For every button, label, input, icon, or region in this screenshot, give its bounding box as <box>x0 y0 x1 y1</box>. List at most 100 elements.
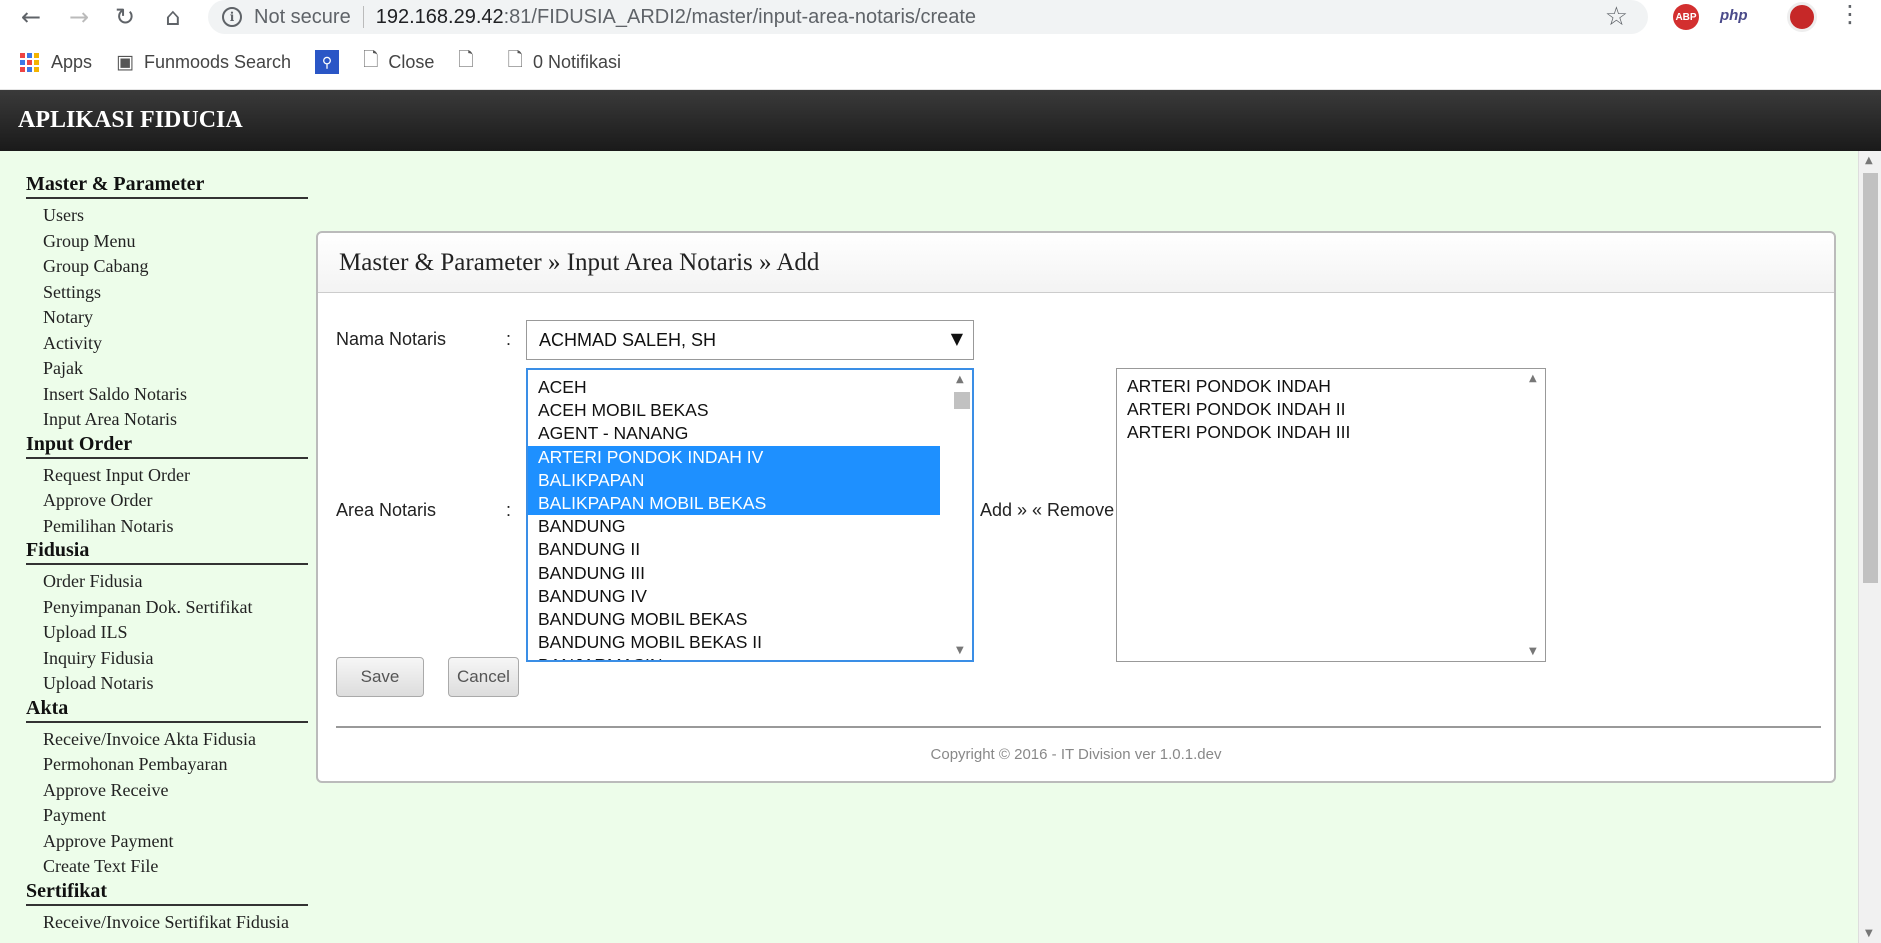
sidebar-item[interactable]: Request Input Order <box>26 463 308 489</box>
bookmark-funmoods[interactable]: ▣ Funmoods Search <box>116 51 291 73</box>
sidebar-item[interactable]: Approve Payment <box>26 829 308 855</box>
area-notaris-label: Area Notaris <box>336 500 437 520</box>
forward-arrow-icon[interactable]: → <box>62 0 96 34</box>
area-colon: : <box>506 500 512 520</box>
sidebar-item[interactable]: Approve Order <box>26 488 308 514</box>
menu-dots-icon[interactable]: ⋮ <box>1838 0 1862 28</box>
sidebar-item[interactable]: Permohonan Pembayaran <box>26 752 308 778</box>
info-icon[interactable]: i <box>222 7 242 27</box>
scroll-up-icon[interactable]: ▲ <box>956 374 964 385</box>
breadcrumb: Master & Parameter » Input Area Notaris … <box>318 233 1834 293</box>
bookmark-blank[interactable]: 🗋 <box>458 46 483 78</box>
dropdown-arrow-icon: ▼ <box>950 329 963 348</box>
add-remove-buttons[interactable]: Add » « Remove <box>980 500 1114 521</box>
sidebar-item[interactable]: Penyimpanan Dok. Sertifikat <box>26 595 308 621</box>
sidebar-item[interactable]: Input Area Notaris <box>26 407 308 433</box>
scroll-up-icon[interactable]: ▲ <box>1865 155 1873 166</box>
assigned-areas-options: ARTERI PONDOK INDAH ARTERI PONDOK INDAH I… <box>1117 369 1545 445</box>
area-option[interactable]: BALIKPAPAN <box>528 468 940 493</box>
sidebar-item[interactable]: Upload ILS <box>26 620 308 646</box>
sidebar-item[interactable]: Receive/Invoice Sertifikat Fidusia <box>26 910 308 936</box>
bookmarks-bar: Apps ▣ Funmoods Search ⚲ 🗋 Close 🗋 🗋 0 N… <box>0 34 1881 90</box>
save-button[interactable]: Save <box>336 657 424 697</box>
sidebar-item[interactable]: Receive/Invoice Akta Fidusia <box>26 727 308 753</box>
sidebar-item[interactable]: Users <box>26 203 308 229</box>
page-scroll-thumb[interactable] <box>1863 173 1878 583</box>
nama-notaris-select[interactable]: ACHMAD SALEH, SH ▼ <box>526 320 974 360</box>
search-bookmark-icon[interactable]: ⚲ <box>315 50 340 74</box>
area-option[interactable]: BANDUNG III <box>528 562 972 585</box>
sidebar-item[interactable]: Pemilihan Notaris <box>26 514 308 540</box>
apps-grid-icon <box>20 52 39 72</box>
nama-notaris-value: ACHMAD SALEH, SH <box>539 329 717 350</box>
browser-chrome: ← → ↻ ⌂ i Not secure 192.168.29.42:81/FI… <box>0 0 1881 90</box>
area-option[interactable]: ACEH <box>528 376 972 399</box>
adblock-extension-icon[interactable]: ABP <box>1673 4 1699 30</box>
home-icon[interactable]: ⌂ <box>156 0 190 34</box>
sidebar-item[interactable]: Settings <box>26 280 308 306</box>
profile-avatar[interactable] <box>1787 2 1817 32</box>
assigned-area-option[interactable]: ARTERI PONDOK INDAH II <box>1117 398 1545 421</box>
nama-notaris-label: Nama Notaris <box>336 329 447 349</box>
scroll-up-icon[interactable]: ▲ <box>1529 373 1537 384</box>
area-option[interactable]: BALIKPAPAN MOBIL BEKAS <box>528 492 940 516</box>
sidebar-item[interactable]: Activity <box>26 331 308 357</box>
sidebar-item[interactable]: Group Cabang <box>26 254 308 280</box>
available-areas-options: ACEH ACEH MOBIL BEKAS AGENT - NANANG ARTERI… <box>528 370 972 660</box>
sidebar-item[interactable]: Inquiry Fidusia <box>26 646 308 672</box>
sidebar-menu: Master & Parameter Users Group Menu Group C… <box>26 173 308 935</box>
page-scrollbar[interactable]: ▲ ▼ <box>1858 151 1881 943</box>
page-icon: 🗋 <box>363 49 379 71</box>
sidebar-item[interactable]: Order Fidusia <box>26 569 308 595</box>
sidebar-item[interactable]: Approve Receive <box>26 778 308 804</box>
list-scrollbar[interactable]: ▲ ▼ <box>950 370 972 660</box>
assigned-area-option[interactable]: ARTERI PONDOK INDAH <box>1117 375 1545 398</box>
list-scrollbar[interactable]: ▲ ▼ <box>1523 369 1545 661</box>
sidebar-item[interactable]: Notary <box>26 305 308 331</box>
sidebar-item[interactable]: Payment <box>26 803 308 829</box>
address-bar[interactable]: i Not secure 192.168.29.42:81/FIDUSIA_AR… <box>208 0 1648 34</box>
area-option[interactable]: ACEH MOBIL BEKAS <box>528 399 972 422</box>
scroll-thumb[interactable] <box>954 392 970 409</box>
sidebar-section-title: Fidusia <box>26 539 308 565</box>
php-extension-icon[interactable]: php <box>1720 7 1748 24</box>
scroll-down-icon[interactable]: ▼ <box>956 645 964 656</box>
main-panel: Master & Parameter » Input Area Notaris … <box>316 231 1836 783</box>
sidebar-item[interactable]: Insert Saldo Notaris <box>26 382 308 408</box>
app-header: APLIKASI FIDUCIA <box>0 90 1881 151</box>
sidebar-item[interactable]: Create Text File <box>26 854 308 880</box>
area-option[interactable]: AGENT - NANANG <box>528 422 972 445</box>
sidebar-item[interactable]: Upload Notaris <box>26 671 308 697</box>
area-option[interactable]: BANDUNG MOBIL BEKAS <box>528 608 972 631</box>
area-option[interactable]: BANDUNG <box>528 515 972 538</box>
page-body: Master & Parameter Users Group Menu Group C… <box>0 151 1881 943</box>
reload-icon[interactable]: ↻ <box>108 0 142 34</box>
add-remove-label[interactable]: Add » « Remove <box>980 500 1114 520</box>
bookmark-notif-label: 0 Notifikasi <box>532 51 621 72</box>
sidebar-item[interactable]: Pajak <box>26 356 308 382</box>
star-icon[interactable]: ☆ <box>1605 2 1628 32</box>
url-text: 192.168.29.42:81/FIDUSIA_ARDI2/master/in… <box>376 6 976 29</box>
page-icon: 🗋 <box>507 49 523 71</box>
available-areas-list[interactable]: ACEH ACEH MOBIL BEKAS AGENT - NANANG ARTERI… <box>526 368 974 662</box>
sidebar-item[interactable]: Group Menu <box>26 229 308 255</box>
image-icon: ▣ <box>116 51 134 73</box>
bookmark-close-label: Close <box>388 51 435 72</box>
area-option[interactable]: ARTERI PONDOK INDAH IV <box>528 445 940 469</box>
bookmark-apps-label: Apps <box>51 51 93 72</box>
scroll-down-icon[interactable]: ▼ <box>1529 646 1537 657</box>
cancel-button[interactable]: Cancel <box>448 657 519 697</box>
copyright-text: Copyright © 2016 - IT Division ver 1.0.1… <box>930 746 1222 763</box>
bookmark-apps[interactable]: Apps <box>20 52 92 73</box>
area-option[interactable]: BANDUNG MOBIL BEKAS II <box>528 631 972 654</box>
area-option[interactable]: BANJARMASIN <box>528 654 972 660</box>
scroll-down-icon[interactable]: ▼ <box>1865 928 1873 939</box>
bookmark-close[interactable]: 🗋 Close <box>363 46 434 78</box>
assigned-area-option[interactable]: ARTERI PONDOK INDAH III <box>1117 421 1545 444</box>
assigned-areas-list[interactable]: ARTERI PONDOK INDAH ARTERI PONDOK INDAH I… <box>1116 368 1546 662</box>
back-arrow-icon[interactable]: ← <box>14 0 48 34</box>
area-option[interactable]: BANDUNG II <box>528 538 972 561</box>
address-separator <box>362 6 364 28</box>
area-option[interactable]: BANDUNG IV <box>528 585 972 608</box>
bookmark-notifikasi[interactable]: 🗋 0 Notifikasi <box>508 46 621 78</box>
